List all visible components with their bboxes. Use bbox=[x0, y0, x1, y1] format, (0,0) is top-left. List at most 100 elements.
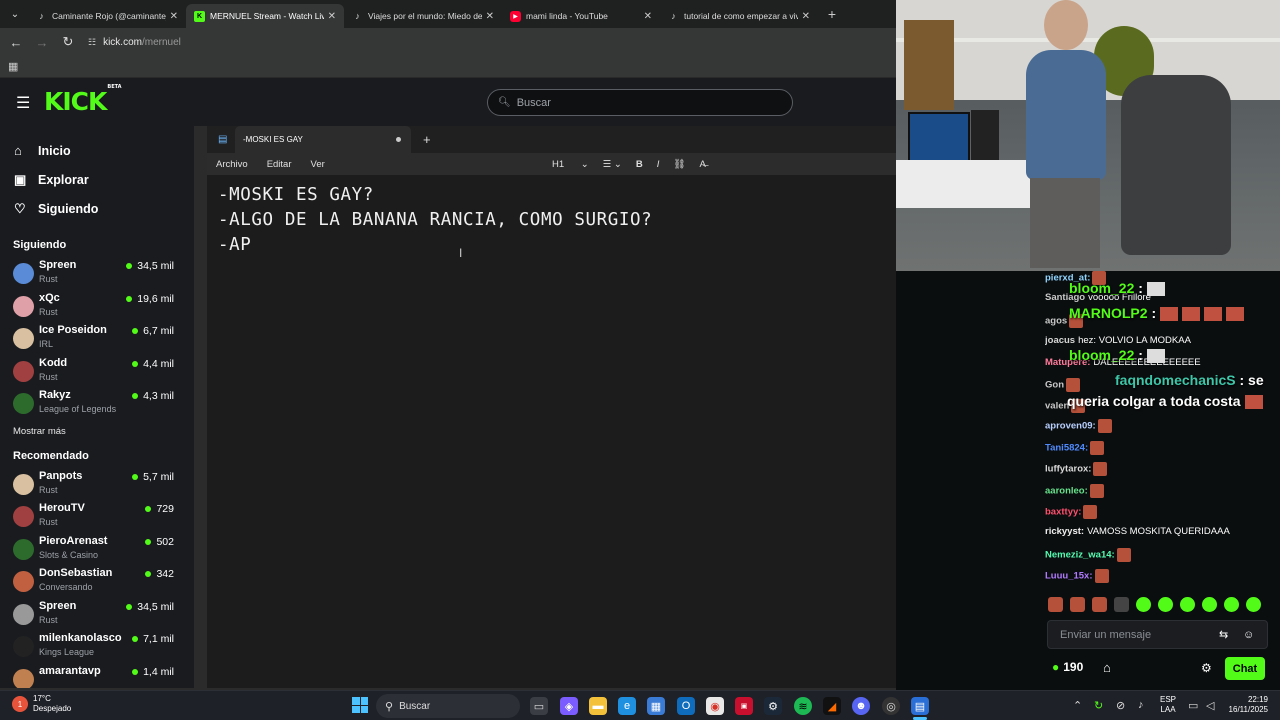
taskbar-search[interactable]: ⚲ Buscar bbox=[376, 694, 520, 718]
language-indicator[interactable]: ESP LAA bbox=[1160, 695, 1176, 715]
emote-icon[interactable] bbox=[1224, 596, 1239, 612]
channel-points[interactable]: ● 190 bbox=[1052, 660, 1083, 674]
task-view-icon[interactable]: ▭ bbox=[530, 697, 548, 715]
chat-username[interactable]: agos bbox=[1045, 316, 1067, 327]
clear-format-icon[interactable]: A̶ bbox=[699, 159, 705, 170]
steam-icon[interactable]: ⚙ bbox=[764, 697, 782, 715]
file-explorer-icon[interactable]: ▬ bbox=[589, 697, 607, 715]
chat-username[interactable]: valen bbox=[1045, 401, 1069, 412]
chat-username[interactable]: Gon bbox=[1045, 380, 1064, 391]
bold-icon[interactable]: B bbox=[636, 159, 643, 170]
chat-username[interactable]: baxttyy: bbox=[1045, 507, 1081, 518]
close-icon[interactable]: ✕ bbox=[170, 11, 178, 22]
chat-username[interactable]: Nemeziz_wa14: bbox=[1045, 550, 1115, 561]
link-icon[interactable]: ⛓ bbox=[673, 159, 685, 170]
channel-item[interactable]: PieroArenast Slots & Casino 502 bbox=[0, 533, 194, 566]
close-icon[interactable]: ✕ bbox=[644, 11, 652, 22]
chat-username[interactable]: Tani5824: bbox=[1045, 443, 1088, 454]
unsaved-dot-icon[interactable] bbox=[396, 137, 401, 142]
channel-item[interactable]: amarantavp 1,4 mil bbox=[0, 663, 194, 691]
reload-icon[interactable]: ↻ bbox=[56, 30, 80, 54]
kick-logo[interactable]: KICKBETA bbox=[44, 84, 122, 116]
menu-archivo[interactable]: Archivo bbox=[216, 159, 248, 170]
emote-icon[interactable] bbox=[1048, 596, 1063, 612]
emote-icon[interactable] bbox=[1246, 596, 1261, 612]
chevron-up-icon[interactable]: ⌃ bbox=[1073, 699, 1082, 712]
weather-widget[interactable]: 1 17°C Despejado bbox=[12, 694, 71, 714]
new-tab-button[interactable]: + bbox=[822, 4, 842, 24]
stream-video[interactable] bbox=[896, 0, 1280, 271]
nav-item-inicio[interactable]: ⌂ Inicio bbox=[0, 136, 194, 165]
clock[interactable]: 22:19 16/11/2025 bbox=[1224, 695, 1268, 715]
list-dropdown-icon[interactable]: ☰ ⌄ bbox=[603, 159, 622, 170]
chrome-icon[interactable]: ◉ bbox=[706, 697, 724, 715]
media-app-icon[interactable]: ◢ bbox=[823, 697, 841, 715]
channel-item[interactable]: xQc Rust 19,6 mil bbox=[0, 290, 194, 323]
chat-username[interactable]: aaronleo: bbox=[1045, 486, 1088, 497]
nav-item-siguiendo[interactable]: ♡ Siguiendo bbox=[0, 194, 194, 223]
emote-icon[interactable] bbox=[1114, 596, 1129, 612]
menu-editar[interactable]: Editar bbox=[267, 159, 292, 170]
browser-tab[interactable]: ▶ mami linda - YouTube ✕ bbox=[502, 4, 660, 28]
url-field[interactable]: ☷ kick.com/mernuel bbox=[88, 37, 181, 48]
copilot-icon[interactable]: ◈ bbox=[560, 697, 578, 715]
italic-icon[interactable]: I bbox=[657, 159, 660, 170]
emote-icon[interactable] bbox=[1158, 596, 1173, 612]
close-icon[interactable]: ✕ bbox=[802, 11, 810, 22]
heading-dropdown[interactable]: H1 ⌄ bbox=[552, 159, 589, 170]
browser-tab[interactable]: ♪ tutorial de como empezar a viv ✕ bbox=[660, 4, 818, 28]
translate-icon[interactable]: ⇆ bbox=[1219, 628, 1228, 641]
display-icon[interactable]: ▭ bbox=[1188, 699, 1198, 712]
start-button-icon[interactable] bbox=[352, 697, 368, 713]
discord-icon[interactable]: ☻ bbox=[852, 697, 870, 715]
new-note-tab-button[interactable]: + bbox=[423, 132, 431, 147]
chat-username[interactable]: Luuu_15x: bbox=[1045, 571, 1093, 582]
channel-item[interactable]: Panpots Rust 5,7 mil bbox=[0, 468, 194, 501]
chat-username[interactable]: rickyyst: bbox=[1045, 526, 1084, 537]
channel-item[interactable]: Ice Poseidon IRL 6,7 mil bbox=[0, 322, 194, 355]
search-input[interactable]: 🔍︎ Buscar bbox=[487, 89, 793, 116]
browser-tab-active[interactable]: K MERNUEL Stream - Watch Live ✕ bbox=[186, 4, 344, 28]
volume-icon[interactable]: ◁ bbox=[1206, 699, 1214, 712]
chat-username[interactable]: aproven09: bbox=[1045, 421, 1096, 432]
emote-icon[interactable] bbox=[1180, 596, 1195, 612]
notepad-tab[interactable]: -MOSKI ES GAY bbox=[235, 126, 411, 153]
browser-tab[interactable]: ♪ Caminante Rojo (@caminante_r ✕ bbox=[28, 4, 186, 28]
store-app-icon[interactable]: ▦ bbox=[647, 697, 665, 715]
forward-icon[interactable]: → bbox=[30, 30, 54, 54]
obs-icon[interactable]: ◎ bbox=[882, 697, 900, 715]
store-icon[interactable]: ⌂ bbox=[1103, 660, 1111, 675]
apps-grid-icon[interactable]: ▦ bbox=[8, 60, 18, 73]
gear-icon[interactable]: ⚙ bbox=[1201, 661, 1212, 675]
notepad-editor[interactable]: -MOSKI ES GAY? -ALGO DE LA BANANA RANCIA… bbox=[207, 175, 896, 688]
network-off-icon[interactable]: ⊘ bbox=[1116, 699, 1125, 712]
chat-username[interactable]: joacus bbox=[1045, 335, 1075, 346]
notepad-taskbar-icon[interactable]: ▤ bbox=[911, 697, 929, 715]
emote-icon[interactable] bbox=[1092, 596, 1107, 612]
channel-item[interactable]: Spreen Rust 34,5 mil bbox=[0, 598, 194, 631]
tab-search-menu-icon[interactable]: ⌄ bbox=[2, 4, 28, 24]
channel-item[interactable]: milenkanolasco Kings League 7,1 mil bbox=[0, 630, 194, 663]
chat-message-input[interactable]: Enviar un mensaje ⇆ ☺ bbox=[1047, 620, 1268, 649]
game-app-icon[interactable]: ▣ bbox=[735, 697, 753, 715]
channel-item[interactable]: Rakyz League of Legends 4,3 mil bbox=[0, 387, 194, 420]
menu-ver[interactable]: Ver bbox=[311, 159, 325, 170]
site-info-icon[interactable]: ☷ bbox=[88, 37, 96, 48]
outlook-icon[interactable]: O bbox=[677, 697, 695, 715]
show-more-button[interactable]: Mostrar más bbox=[0, 426, 194, 442]
emote-icon[interactable] bbox=[1070, 596, 1085, 612]
browser-tab[interactable]: ♪ Viajes por el mundo: Miedo de ✕ bbox=[344, 4, 502, 28]
chat-username[interactable]: luffytarox: bbox=[1045, 464, 1091, 475]
spotify-icon[interactable]: ≋ bbox=[794, 697, 812, 715]
channel-item[interactable]: DonSebastian Conversando 342 bbox=[0, 565, 194, 598]
chat-send-button[interactable]: Chat bbox=[1225, 657, 1265, 680]
sync-icon[interactable]: ↻ bbox=[1094, 699, 1103, 712]
nav-item-explorar[interactable]: ▣ Explorar bbox=[0, 165, 194, 194]
edge-icon[interactable]: e bbox=[618, 697, 636, 715]
microphone-icon[interactable]: ♪ bbox=[1138, 699, 1144, 711]
close-icon[interactable]: ✕ bbox=[328, 11, 336, 22]
close-icon[interactable]: ✕ bbox=[486, 11, 494, 22]
emoji-icon[interactable]: ☺ bbox=[1243, 629, 1254, 641]
channel-item[interactable]: Spreen Rust 34,5 mil bbox=[0, 257, 194, 290]
back-icon[interactable]: ← bbox=[4, 30, 28, 54]
